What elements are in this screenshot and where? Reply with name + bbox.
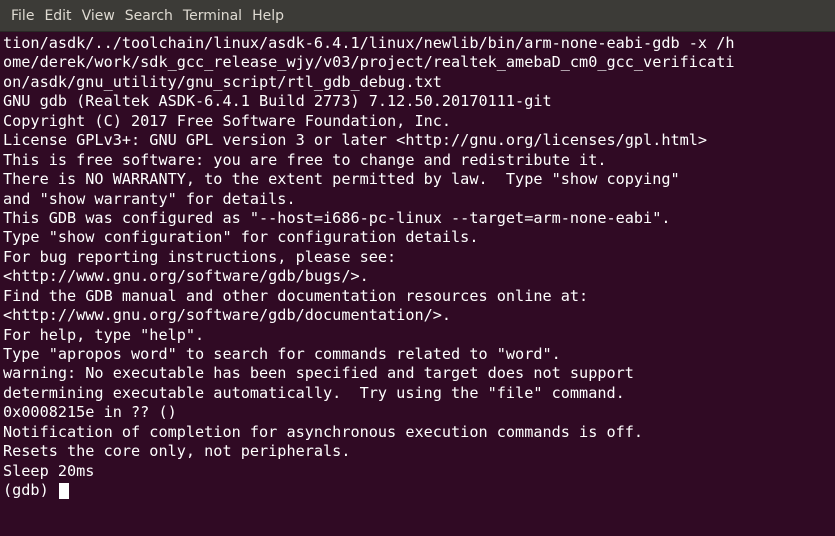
terminal-output[interactable]: tion/asdk/../toolchain/linux/asdk-6.4.1/… xyxy=(0,32,835,536)
menu-terminal[interactable]: Terminal xyxy=(178,0,247,32)
terminal-line: License GPLv3+: GNU GPL version 3 or lat… xyxy=(3,131,708,150)
gdb-prompt-line[interactable]: (gdb) xyxy=(3,481,835,500)
gdb-prompt: (gdb) xyxy=(3,481,58,500)
terminal-line: Type "apropos word" to search for comman… xyxy=(3,345,561,363)
menu-view[interactable]: View xyxy=(77,0,120,32)
terminal-line: on/asdk/gnu_utility/gnu_script/rtl_gdb_d… xyxy=(3,72,442,91)
terminal-line: For bug reporting instructions, please s… xyxy=(3,247,397,266)
terminal-line: This is free software: you are free to c… xyxy=(3,150,607,169)
terminal-line: Type "show configuration" for configurat… xyxy=(3,228,479,247)
terminal-line: tion/asdk/../toolchain/linux/asdk-6.4.1/… xyxy=(3,34,735,52)
terminal-line: 0x0008215e in ?? () xyxy=(3,403,177,422)
terminal-window: File Edit View Search Terminal Help tion… xyxy=(0,0,835,536)
menu-search[interactable]: Search xyxy=(120,0,178,32)
terminal-line: Find the GDB manual and other documentat… xyxy=(3,286,589,305)
menu-help[interactable]: Help xyxy=(247,0,289,32)
terminal-line: Copyright (C) 2017 Free Software Foundat… xyxy=(3,111,452,130)
terminal-line: There is NO WARRANTY, to the extent perm… xyxy=(3,170,680,189)
terminal-line: <http://www.gnu.org/software/gdb/documen… xyxy=(3,306,452,325)
menu-file[interactable]: File xyxy=(6,0,39,32)
terminal-line: <http://www.gnu.org/software/gdb/bugs/>. xyxy=(3,267,369,286)
terminal-line: and "show warranty" for details. xyxy=(3,189,296,208)
terminal-line: This GDB was configured as "--host=i686-… xyxy=(3,208,671,227)
menu-edit[interactable]: Edit xyxy=(39,0,76,32)
terminal-line: ome/derek/work/sdk_gcc_release_wjy/v03/p… xyxy=(3,53,735,72)
terminal-line: For help, type "help". xyxy=(3,325,205,344)
terminal-line: GNU gdb (Realtek ASDK-6.4.1 Build 2773) … xyxy=(3,92,552,111)
terminal-line: Sleep 20ms xyxy=(3,461,95,480)
cursor-block xyxy=(58,482,69,499)
terminal-line: determining executable automatically. Tr… xyxy=(3,383,625,402)
menu-bar: File Edit View Search Terminal Help xyxy=(0,0,835,32)
terminal-line: warning: No executable has been specifie… xyxy=(3,364,634,383)
terminal-line: Resets the core only, not peripherals. xyxy=(3,442,351,461)
terminal-line: Notification of completion for asynchron… xyxy=(3,422,644,441)
